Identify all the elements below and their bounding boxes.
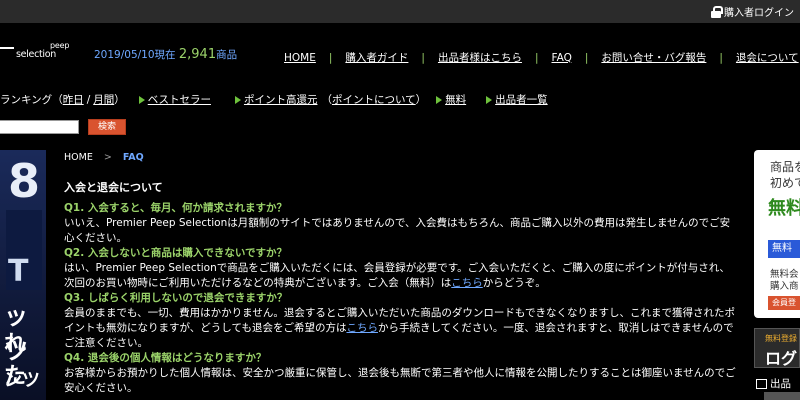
faq-content: 入会と退会について Q1. 入会すると、毎月、何か請求されますか？ いいえ、Pr… xyxy=(64,180,740,396)
nav-faq[interactable]: FAQ xyxy=(552,52,572,64)
nav-separator: | xyxy=(534,51,539,64)
banner-number: 8 xyxy=(8,154,41,208)
sub-nav: ランキング （ 昨日 / 月間 ） ベストセラー ポイント高還元 （ ポイントに… xyxy=(0,92,548,107)
seller-link-label: 出品 xyxy=(770,378,791,390)
points-about-link[interactable]: ポイントについて xyxy=(332,92,416,107)
seller-link[interactable]: 出品 xyxy=(756,376,791,391)
nav-home[interactable]: HOME xyxy=(284,52,316,64)
product-count: 2019/05/10現在 2,941商品 xyxy=(94,47,237,62)
search-button[interactable]: 検索 xyxy=(88,119,126,135)
top-bar: 購入者ログイン xyxy=(0,0,800,23)
breadcrumb-current: FAQ xyxy=(122,152,144,163)
bestseller-link[interactable]: ベストセラー xyxy=(148,92,211,107)
count-date: 2019/05/10現在 xyxy=(94,49,176,61)
nav-contact[interactable]: お問い合せ・バグ報告 xyxy=(601,50,706,65)
faq-answer-4: お客様からお預かりした個人情報は、安全かつ厳重に保管し、退会後も無断で第三者や他… xyxy=(64,367,736,394)
nav-withdraw[interactable]: 退会について xyxy=(736,50,799,65)
main-nav: HOME | 購入者ガイド | 出品者様はこちら | FAQ | お問い合せ・バ… xyxy=(284,50,799,65)
arrow-icon xyxy=(486,95,493,104)
points-high-link[interactable]: ポイント高還元 xyxy=(244,92,318,107)
panel-text-2: 初めて xyxy=(770,176,800,190)
ranking-slash: / xyxy=(86,93,91,106)
faq-answer-1: いいえ、Premier Peep Selectionは月額制のサイトではありませ… xyxy=(64,217,731,244)
buyer-login-label: 購入者ログイン xyxy=(724,8,794,19)
faq-heading: 入会と退会について xyxy=(64,181,163,194)
left-promo-banner[interactable]: 8 T ッツ れた ンツ xyxy=(0,150,46,400)
lock-icon xyxy=(711,5,723,18)
faq-answer-3: 会員のままでも、一切、費用はかかりません。退会するとご購入いただいた商品のダウン… xyxy=(64,306,740,351)
free-signup-panel[interactable]: 商品を 初めて 無料 無料 無料会 購入商 会員登 xyxy=(754,150,800,318)
nav-separator: | xyxy=(719,51,723,64)
panel-signup-button[interactable]: 会員登 xyxy=(768,296,800,310)
panel-free-badge: 無料 xyxy=(768,240,800,258)
faq-question-1: Q1. 入会すると、毎月、何か請求されますか？ xyxy=(64,202,287,214)
nav-separator: | xyxy=(584,51,589,64)
horizontal-scrollbar[interactable] xyxy=(764,392,800,400)
buyer-login-link[interactable]: 購入者ログイン xyxy=(711,4,794,19)
login-panel[interactable]: 無料登録 ログ xyxy=(754,328,800,368)
calendar-icon xyxy=(756,378,767,389)
count-unit: 商品 xyxy=(216,49,238,61)
panel-text-1: 商品を xyxy=(770,160,800,174)
breadcrumb-home[interactable]: HOME xyxy=(64,152,93,163)
arrow-icon xyxy=(138,95,145,104)
faq-question-2: Q2. 入会しないと商品は購入できないですか？ xyxy=(64,247,288,259)
nav-separator: | xyxy=(421,51,425,64)
breadcrumb-separator: > xyxy=(103,152,112,163)
logo-line xyxy=(0,47,14,49)
breadcrumb: HOME > FAQ xyxy=(64,152,144,163)
logo-text-selection: selection xyxy=(16,49,56,60)
faq-answer-2-tail: からどうぞ。 xyxy=(482,277,546,289)
ranking-yesterday-link[interactable]: 昨日 xyxy=(63,92,84,107)
ranking-month-link[interactable]: 月間 xyxy=(93,92,114,107)
nav-buyer-guide[interactable]: 購入者ガイド xyxy=(345,50,408,65)
withdraw-link[interactable]: こちら xyxy=(346,322,378,334)
banner-text-1: T xyxy=(8,254,29,289)
count-number: 2,941 xyxy=(178,47,217,62)
search-input[interactable] xyxy=(0,120,79,134)
panel-text-4: 購入商 xyxy=(770,281,799,292)
free-link[interactable]: 無料 xyxy=(445,92,466,107)
ranking-label: ランキング xyxy=(0,94,53,106)
site-logo[interactable]: peep selection xyxy=(0,40,78,62)
nav-sellers[interactable]: 出品者様はこちら xyxy=(438,50,522,65)
faq-answer-2-text: はい、Premier Peep Selectionで商品をご購入いただくには、会… xyxy=(64,262,730,289)
signup-link[interactable]: こちら xyxy=(451,277,483,289)
login-panel-title: ログ xyxy=(765,349,798,368)
faq-answer-2: はい、Premier Peep Selectionで商品をご購入いただくには、会… xyxy=(64,261,740,291)
faq-question-3: Q3. しばらく利用しないので退会できますか？ xyxy=(64,292,288,304)
banner-text-4: ンツ xyxy=(4,370,40,391)
login-panel-subtitle: 無料登録 xyxy=(765,334,797,343)
arrow-icon xyxy=(436,95,443,104)
nav-separator: | xyxy=(328,51,333,64)
faq-question-4: Q4. 退会後の個人情報はどうなりますか？ xyxy=(64,352,267,364)
seller-list-link[interactable]: 出品者一覧 xyxy=(495,92,548,107)
panel-free-text: 無料 xyxy=(768,198,800,219)
arrow-icon xyxy=(234,95,241,104)
